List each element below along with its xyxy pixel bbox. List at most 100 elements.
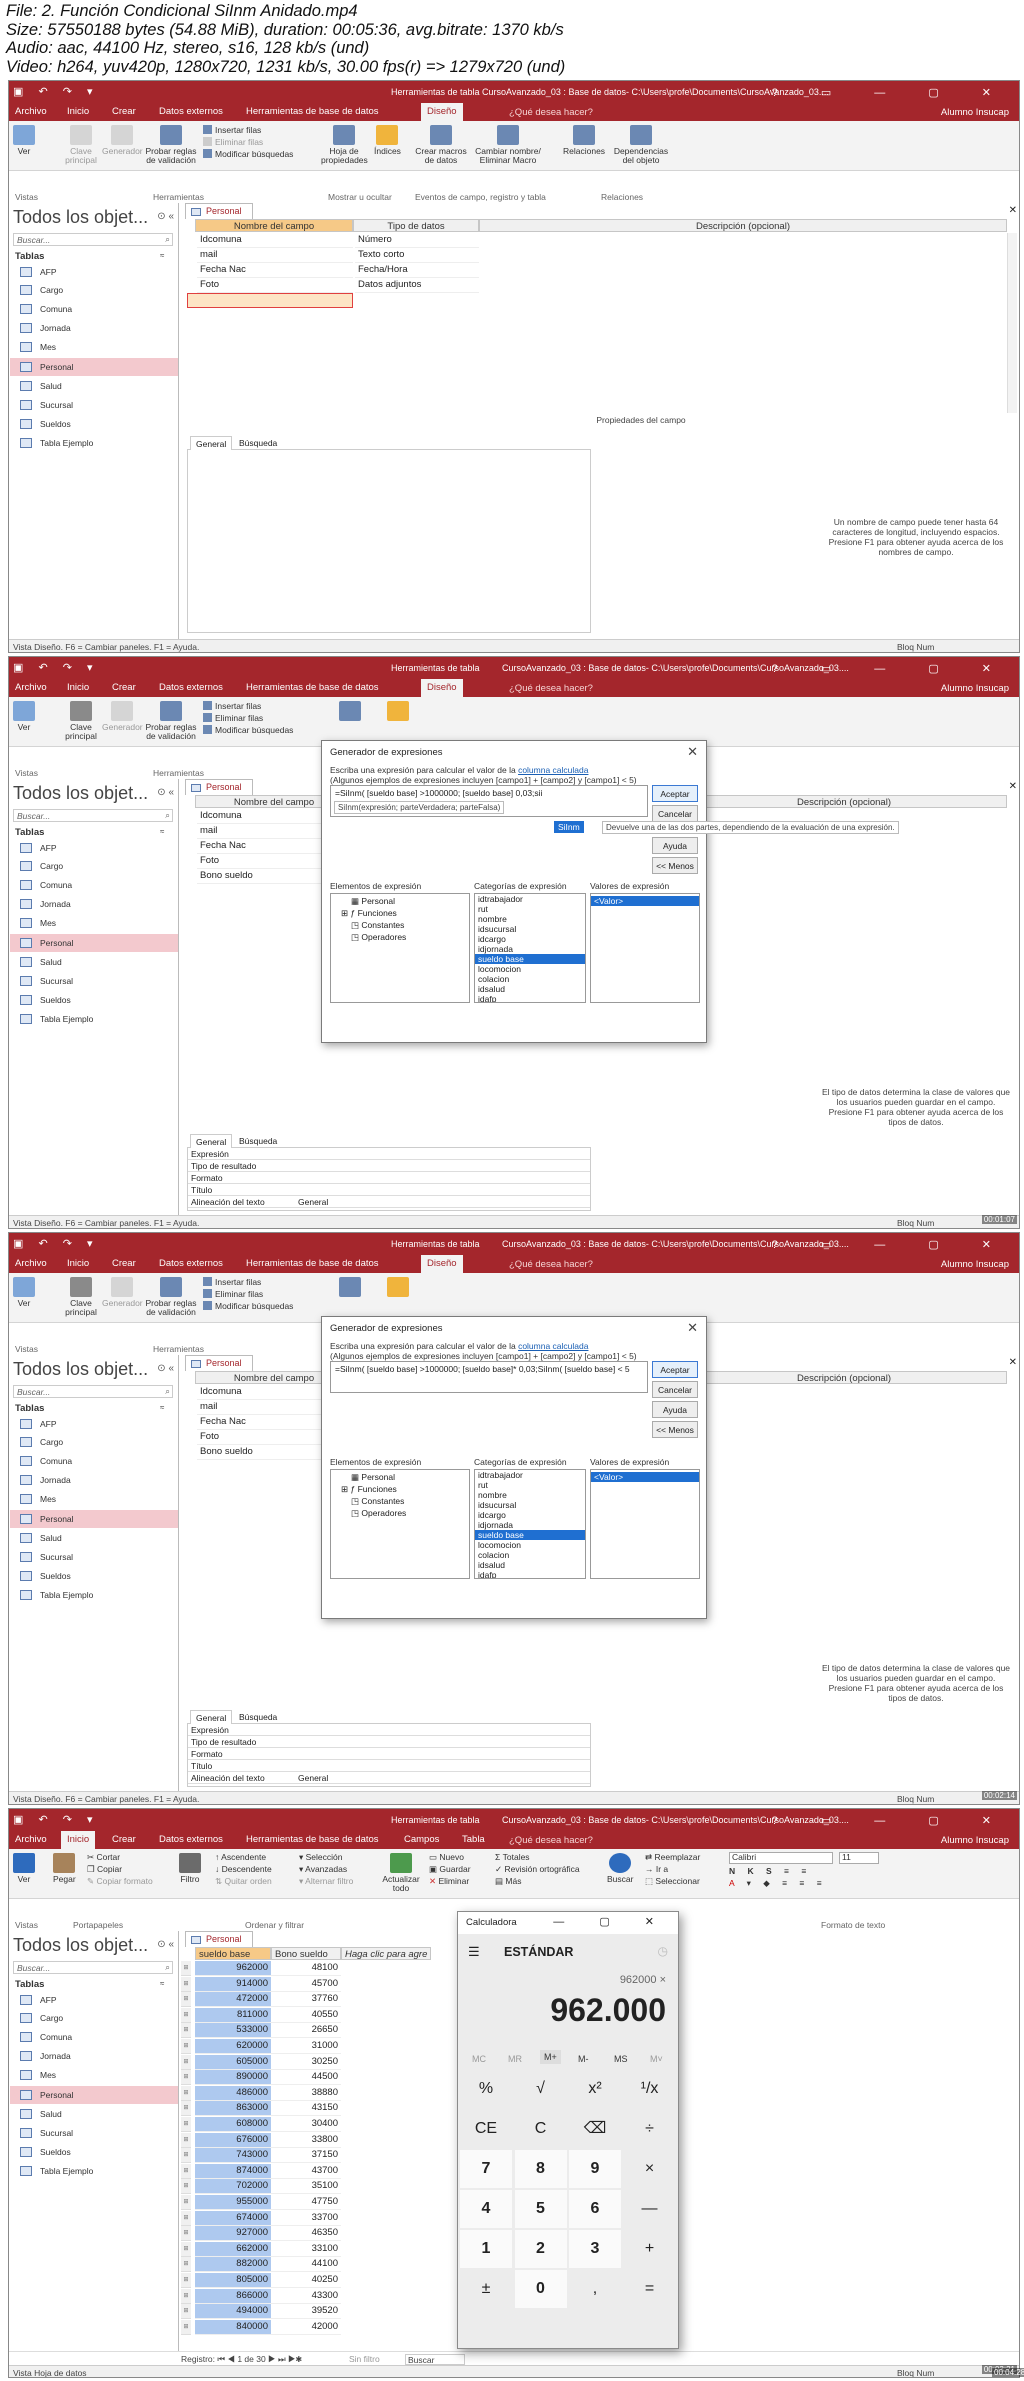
tab-archivo[interactable]: Archivo (15, 106, 47, 117)
list-item-selected[interactable]: <Valor> (591, 896, 699, 906)
format-painter-button[interactable]: ✎ Copiar formato (87, 1877, 153, 1886)
create-data-macros-button[interactable]: Crear macros de datos (413, 125, 469, 165)
nav-search-input[interactable]: Buscar... ⌕ (13, 233, 173, 246)
close-doc-icon[interactable]: ✕ (1009, 781, 1017, 792)
prop-row[interactable]: Tipo de resultado (188, 1160, 590, 1172)
cell-sueldo-base[interactable]: 866000 (195, 2288, 271, 2304)
list-item[interactable]: idtrabajador (475, 894, 585, 904)
cell-sueldo-base[interactable]: 674000 (195, 2210, 271, 2226)
row-selector[interactable]: ⊞ (181, 1992, 191, 2008)
cell-bono-sueldo[interactable]: 44100 (271, 2257, 341, 2273)
calc-key[interactable]: ¹/x (624, 2070, 676, 2108)
calc-key[interactable]: C (515, 2110, 567, 2148)
nav-item-table[interactable]: Cargo (10, 857, 178, 875)
cell-bono-sueldo[interactable]: 47750 (271, 2195, 341, 2210)
font-name-select[interactable]: Calibri (729, 1852, 833, 1864)
accept-button[interactable]: Aceptar (652, 1361, 698, 1378)
cell-sueldo-base[interactable]: 927000 (195, 2226, 271, 2242)
list-item[interactable]: nombre (475, 914, 585, 924)
nav-item-table[interactable]: Jornada (10, 1471, 178, 1489)
list-item[interactable]: ◳ Operadores (331, 1508, 469, 1518)
list-item[interactable]: idcargo (475, 934, 585, 944)
nav-search-input[interactable]: Buscar... ⌕ (13, 809, 173, 822)
tab-crear[interactable]: Crear (112, 1834, 136, 1845)
tab-busqueda[interactable]: Búsqueda (234, 1710, 282, 1724)
nav-item-table[interactable]: Salud (10, 953, 178, 971)
tab-busqueda[interactable]: Búsqueda (234, 436, 282, 450)
primary-key-button[interactable]: Clave principal (59, 125, 103, 165)
property-sheet-button[interactable] (339, 701, 361, 723)
quick-access-icons[interactable]: ▣ ↶ ↷ ▾ (13, 1237, 99, 1250)
tab-crear[interactable]: Crear (112, 106, 136, 117)
cell-sueldo-base[interactable]: 486000 (195, 2085, 271, 2101)
nav-item-table[interactable]: Mes (10, 914, 178, 932)
calc-key[interactable]: = (624, 2270, 676, 2308)
nav-item-table[interactable]: Tabla Ejemplo (10, 434, 178, 452)
window-controls[interactable]: ? ▭ — ▢ ✕ (772, 86, 1011, 99)
row-selector[interactable]: ⊞ (181, 2241, 191, 2257)
calc-key[interactable]: 0 (514, 2270, 567, 2308)
row-selector[interactable]: ⊞ (181, 2085, 191, 2101)
indexes-button[interactable]: Índices (374, 125, 401, 156)
cell-bono-sueldo[interactable]: 26650 (271, 2023, 341, 2039)
cell-bono-sueldo[interactable]: 43300 (271, 2289, 341, 2304)
nav-group-tables[interactable]: Tablas ≈ (15, 251, 164, 262)
cell-sueldo-base[interactable]: 811000 (195, 2007, 271, 2023)
quick-access-icons[interactable]: ▣ ↶ ↷ ▾ (13, 85, 99, 98)
nav-item-table[interactable]: Sueldos (10, 1567, 178, 1585)
tell-me-search[interactable]: ¿Qué desea hacer? (509, 107, 593, 118)
advanced-button[interactable]: ▾ Avanzadas (299, 1865, 347, 1874)
row-selector[interactable]: ⊞ (181, 2210, 191, 2226)
cell-sueldo-base[interactable]: 533000 (195, 2023, 271, 2039)
nav-item-table[interactable]: Mes (10, 1490, 178, 1508)
nav-group-tables[interactable]: Tablas ≈ (15, 1979, 164, 1990)
nav-toggle-icon[interactable]: ⊙ « (157, 1939, 174, 1950)
list-item[interactable]: idafp (475, 994, 585, 1002)
nav-item-table[interactable]: Salud (10, 2105, 178, 2123)
list-item[interactable]: idsalud (475, 984, 585, 994)
list-item[interactable]: ⊞ ƒ Funciones (331, 1484, 469, 1494)
list-item[interactable]: colacion (475, 1550, 585, 1560)
list-item[interactable]: nombre (475, 1490, 585, 1500)
nav-item-table[interactable]: AFP (10, 839, 178, 857)
tab-inicio[interactable]: Inicio (67, 1258, 89, 1269)
values-list[interactable]: <Valor> (590, 1469, 700, 1579)
delete-rows-button[interactable]: Eliminar filas (203, 713, 263, 723)
row-selector[interactable]: ⊞ (181, 2039, 191, 2054)
view-button[interactable]: Ver (13, 1853, 35, 1884)
categories-list[interactable]: idtrabajador rut nombre idsucursal idcar… (474, 1469, 586, 1579)
help-button[interactable]: Ayuda (652, 1401, 698, 1418)
delete-rows-button[interactable]: Eliminar filas (203, 1289, 263, 1299)
row-selector[interactable]: ⊞ (181, 2023, 191, 2039)
calc-key[interactable]: — (624, 2190, 676, 2228)
list-item[interactable]: idafp (475, 1570, 585, 1578)
cell-bono-sueldo[interactable]: 48100 (271, 1961, 341, 1976)
cell-bono-sueldo[interactable]: 37150 (271, 2148, 341, 2164)
prop-row[interactable]: Alineación del texto General (188, 1196, 590, 1208)
doc-tab-personal[interactable]: Personal (185, 1931, 253, 1947)
row-selector[interactable]: ⊞ (181, 2007, 191, 2023)
nav-group-tables[interactable]: Tablas ≈ (15, 827, 164, 838)
nav-item-table[interactable]: Jornada (10, 2047, 178, 2065)
cell-bono-sueldo[interactable]: 39520 (271, 2304, 341, 2320)
doc-tab-personal[interactable]: Personal (185, 203, 253, 219)
tab-diseno[interactable]: Diseño (421, 1255, 463, 1273)
tell-me-search[interactable]: ¿Qué desea hacer? (509, 1259, 593, 1270)
doc-tab-personal[interactable]: Personal (185, 779, 253, 795)
font-color-icons[interactable]: A ▾ ◆ ≡ ≡ ≡ (729, 1879, 827, 1888)
elements-list[interactable]: ▦ Personal ⊞ ƒ Funciones ◳ Constantes ◳ … (330, 893, 470, 1003)
list-item[interactable]: colacion (475, 974, 585, 984)
cell-bono-sueldo[interactable]: 33100 (271, 2242, 341, 2257)
row-selector[interactable]: ⊞ (181, 2117, 191, 2132)
insert-rows-button[interactable]: Insertar filas (203, 125, 261, 135)
nav-item-table-selected[interactable]: Personal (10, 358, 178, 376)
tab-archivo[interactable]: Archivo (15, 1258, 47, 1269)
tab-campos[interactable]: Campos (404, 1834, 439, 1845)
calc-key[interactable]: 1 (460, 2230, 512, 2268)
row-selector[interactable]: ⊞ (181, 2132, 191, 2148)
field-name-cell[interactable]: mail (197, 248, 353, 263)
window-controls[interactable]: ? ▭ — ▢ ✕ (772, 1814, 1011, 1827)
insert-rows-button[interactable]: Insertar filas (203, 701, 261, 711)
cell-bono-sueldo[interactable]: 37760 (271, 1992, 341, 2008)
doc-tab-personal[interactable]: Personal (185, 1355, 253, 1371)
